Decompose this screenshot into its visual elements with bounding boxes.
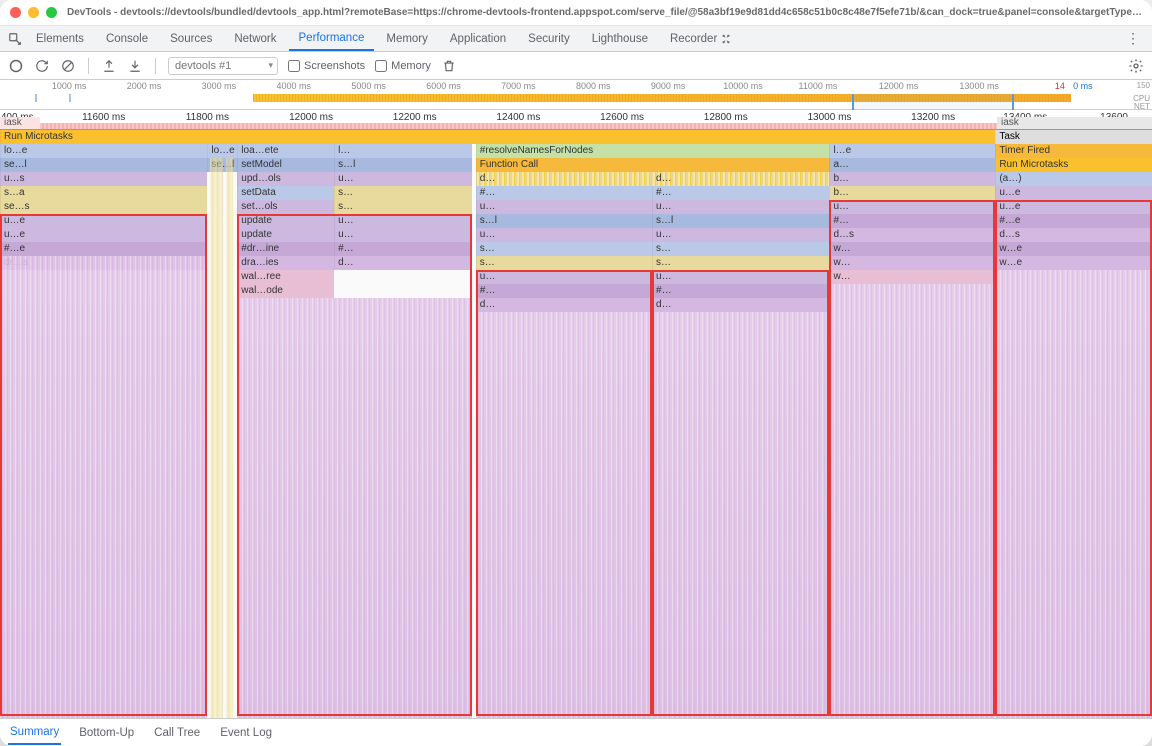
- tab-summary[interactable]: Summary: [8, 721, 61, 745]
- tab-elements[interactable]: Elements: [26, 28, 94, 50]
- profile-select[interactable]: devtools #1: [168, 57, 278, 75]
- tab-sources[interactable]: Sources: [160, 28, 222, 50]
- upload-button[interactable]: [101, 58, 117, 74]
- zoom-icon[interactable]: [46, 7, 57, 18]
- tab-event-log[interactable]: Event Log: [218, 722, 274, 744]
- flame-task[interactable]: Task: [995, 130, 1152, 144]
- tab-recorder[interactable]: Recorder: [660, 28, 741, 50]
- devtools-tabstrip: Elements Console Sources Network Perform…: [0, 26, 1152, 52]
- memory-checkbox[interactable]: Memory: [375, 60, 431, 72]
- kebab-menu-icon[interactable]: ⋮: [1120, 30, 1146, 47]
- overview-selection[interactable]: [852, 94, 1013, 110]
- screenshots-checkbox[interactable]: Screenshots: [288, 60, 365, 72]
- traffic-lights: [10, 7, 57, 18]
- flame-chart[interactable]: Run Microtasks Task lo…e lo…e loa…ete l……: [0, 130, 1152, 718]
- tab-console[interactable]: Console: [96, 28, 158, 50]
- record-button[interactable]: [8, 58, 24, 74]
- reload-button[interactable]: [34, 58, 50, 74]
- download-button[interactable]: [127, 58, 143, 74]
- tab-security[interactable]: Security: [518, 28, 580, 50]
- trash-button[interactable]: [441, 58, 457, 74]
- tab-memory[interactable]: Memory: [376, 28, 438, 50]
- perf-toolbar: devtools #1 Screenshots Memory: [0, 52, 1152, 80]
- flame-resolve-names[interactable]: #resolveNamesForNodes: [476, 144, 830, 158]
- timeline-ruler[interactable]: 400 ms 11600 ms 11800 ms 12000 ms 12200 …: [0, 110, 1152, 130]
- minimize-icon[interactable]: [28, 7, 39, 18]
- window-title: DevTools - devtools://devtools/bundled/d…: [67, 7, 1142, 18]
- details-tabstrip: Summary Bottom-Up Call Tree Event Log: [0, 718, 1152, 746]
- flame-function-call[interactable]: Function Call: [476, 158, 830, 172]
- tab-lighthouse[interactable]: Lighthouse: [582, 28, 658, 50]
- flame-run-microtasks[interactable]: Run Microtasks: [0, 130, 995, 144]
- tab-performance[interactable]: Performance: [289, 27, 375, 51]
- gear-icon[interactable]: [1128, 58, 1144, 74]
- tab-call-tree[interactable]: Call Tree: [152, 722, 202, 744]
- devtools-window: DevTools - devtools://devtools/bundled/d…: [0, 0, 1152, 746]
- clear-button[interactable]: [60, 58, 76, 74]
- tab-network[interactable]: Network: [224, 28, 286, 50]
- window-titlebar: DevTools - devtools://devtools/bundled/d…: [0, 0, 1152, 26]
- overview-strip[interactable]: 1000 ms 2000 ms 3000 ms 4000 ms 5000 ms …: [0, 80, 1152, 110]
- close-icon[interactable]: [10, 7, 21, 18]
- inspect-icon[interactable]: [6, 30, 24, 48]
- tab-application[interactable]: Application: [440, 28, 516, 50]
- flame-timer-fired[interactable]: Timer Fired: [995, 144, 1152, 158]
- tab-bottom-up[interactable]: Bottom-Up: [77, 722, 136, 744]
